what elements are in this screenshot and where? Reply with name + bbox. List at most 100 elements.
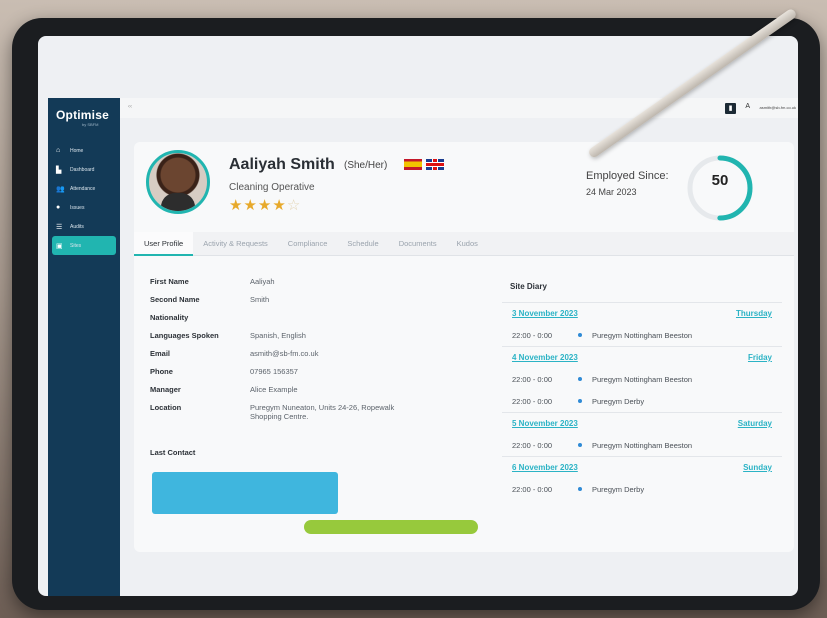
diary-shift[interactable]: 22:00 - 0:00 Puregym Derby [502, 390, 782, 412]
sidebar-item-label: Audits [70, 223, 84, 230]
sidebar-item-issues[interactable]: ● Issues [48, 198, 120, 217]
diary-day-link[interactable]: Friday [748, 353, 772, 362]
shift-time: 22:00 - 0:00 [512, 484, 553, 494]
tab-compliance[interactable]: Compliance [278, 232, 338, 256]
field-value: Aaliyah [250, 277, 275, 286]
field-label: Manager [150, 385, 181, 394]
app-logo: Optimise [56, 108, 109, 122]
star-empty-icon: ☆ [286, 197, 302, 214]
diary-day-header: 5 November 2023 Saturday [502, 412, 782, 434]
user-pronouns: (She/Her) [344, 160, 388, 171]
shift-time: 22:00 - 0:00 [512, 330, 553, 340]
field-label: First Name [150, 277, 189, 286]
notification-icon[interactable]: ▮ [725, 103, 736, 114]
star-filled-icon: ★ [229, 197, 244, 214]
diary-day-link[interactable]: Thursday [736, 309, 772, 318]
field-value: Alice Example [250, 385, 298, 394]
shift-site: Puregym Nottingham Beeston [592, 330, 693, 340]
profile-fields: First Name Aaliyah Second Name Smith Natio… [150, 277, 470, 435]
field-location: Location Puregym Nuneaton, Units 24-26, R… [150, 403, 470, 435]
shift-time: 22:00 - 0:00 [512, 396, 553, 406]
field-first-name: First Name Aaliyah [150, 277, 470, 295]
collapse-icon[interactable]: ‹‹ [128, 104, 132, 110]
field-value: Puregym Nuneaton, Units 24-26, Ropewalk … [250, 403, 395, 421]
field-label: Languages Spoken [150, 331, 219, 340]
field-value: Spanish, English [250, 331, 306, 340]
rating-stars: ★★★★☆ [229, 196, 301, 214]
field-nationality: Nationality [150, 313, 470, 331]
app-screen: Optimise by SBFM ⌂ Home ▙ Dashboard 👥 Atten… [38, 36, 798, 596]
shift-time: 22:00 - 0:00 [512, 440, 553, 450]
building-icon: ▣ [56, 242, 63, 250]
user-initial[interactable]: A [745, 103, 750, 110]
profile-tabs: User Profile Activity & Requests Complia… [134, 231, 794, 256]
field-label: Nationality [150, 313, 189, 322]
sidebar-item-label: Dashboard [70, 166, 95, 173]
star-filled-icon: ★ [243, 197, 258, 214]
top-bar: ‹‹ ▮ A asmith@sb-fm.co.uk [120, 98, 798, 118]
diary-date-link[interactable]: 5 November 2023 [512, 419, 578, 428]
diary-date-link[interactable]: 3 November 2023 [512, 309, 578, 318]
diary-date-link[interactable]: 6 November 2023 [512, 463, 578, 472]
home-icon: ⌂ [56, 147, 61, 154]
shift-site: Puregym Nottingham Beeston [592, 440, 693, 450]
field-second-name: Second Name Smith [150, 295, 470, 313]
sidebar-item-audits[interactable]: ☰ Audits [48, 217, 120, 236]
tab-activity-requests[interactable]: Activity & Requests [193, 232, 278, 256]
user-email[interactable]: asmith@sb-fm.co.uk [759, 105, 796, 110]
employed-since-date: 24 Mar 2023 [586, 187, 637, 197]
user-name: Aaliyah Smith [229, 156, 335, 173]
tab-documents[interactable]: Documents [389, 232, 447, 256]
shift-site: Puregym Derby [592, 396, 645, 406]
star-filled-icon: ★ [272, 197, 287, 214]
status-bar [304, 520, 478, 534]
shift-dot-icon [578, 399, 582, 403]
field-phone: Phone 07965 156357 [150, 367, 470, 385]
shift-dot-icon [578, 443, 582, 447]
alert-icon: ● [56, 204, 61, 211]
avatar-body [161, 193, 195, 211]
diary-day-header: 3 November 2023 Thursday [502, 302, 782, 324]
sidebar-item-attendance[interactable]: 👥 Attendance [48, 179, 120, 198]
sidebar-item-label: Attendance [70, 185, 96, 192]
sidebar-item-home[interactable]: ⌂ Home [48, 141, 120, 160]
diary-date-link[interactable]: 4 November 2023 [512, 353, 578, 362]
field-value: 07965 156357 [250, 367, 298, 376]
star-filled-icon: ★ [257, 197, 273, 214]
diary-shift[interactable]: 22:00 - 0:00 Puregym Derby [502, 478, 782, 500]
diary-shift[interactable]: 22:00 - 0:00 Puregym Nottingham Beeston [502, 368, 782, 390]
shift-dot-icon [578, 487, 582, 491]
uk-flag-icon [426, 159, 444, 170]
shift-time: 22:00 - 0:00 [512, 374, 553, 384]
diary-shift[interactable]: 22:00 - 0:00 Puregym Nottingham Beeston [502, 324, 782, 346]
diary-day-link[interactable]: Sunday [743, 463, 772, 472]
field-label: Phone [150, 367, 173, 376]
tab-schedule[interactable]: Schedule [337, 232, 388, 256]
shift-dot-icon [578, 377, 582, 381]
contact-block[interactable] [152, 472, 338, 514]
last-contact-label: Last Contact [150, 448, 196, 457]
sidebar-item-dashboard[interactable]: ▙ Dashboard [48, 160, 120, 179]
diary-shift[interactable]: 22:00 - 0:00 Puregym Nottingham Beeston [502, 434, 782, 456]
site-diary-title: Site Diary [510, 282, 547, 291]
field-label: Location [150, 403, 182, 412]
field-manager: Manager Alice Example [150, 385, 470, 403]
sidebar-item-label: Issues [70, 204, 85, 211]
field-label: Email [150, 349, 171, 358]
field-email: Email asmith@sb-fm.co.uk [150, 349, 470, 367]
spain-flag-icon [404, 159, 422, 170]
diary-day-header: 4 November 2023 Friday [502, 346, 782, 368]
diary-day-link[interactable]: Saturday [738, 419, 772, 428]
shift-dot-icon [578, 333, 582, 337]
field-label: Second Name [150, 295, 200, 304]
sidebar-item-sites[interactable]: ▣ Sites [52, 236, 116, 255]
list-icon: ☰ [56, 223, 63, 231]
site-diary: 3 November 2023 Thursday 22:00 - 0:00 Pure… [502, 302, 782, 500]
tab-kudos[interactable]: Kudos [447, 232, 488, 256]
field-value[interactable]: asmith@sb-fm.co.uk [250, 349, 318, 367]
tab-user-profile[interactable]: User Profile [134, 231, 194, 256]
field-languages: Languages Spoken Spanish, English [150, 331, 470, 349]
score-value: 50 [711, 172, 729, 189]
sidebar-nav: ⌂ Home ▙ Dashboard 👥 Attendance ● Issues ☰ Au… [48, 141, 120, 255]
chart-icon: ▙ [56, 166, 62, 174]
